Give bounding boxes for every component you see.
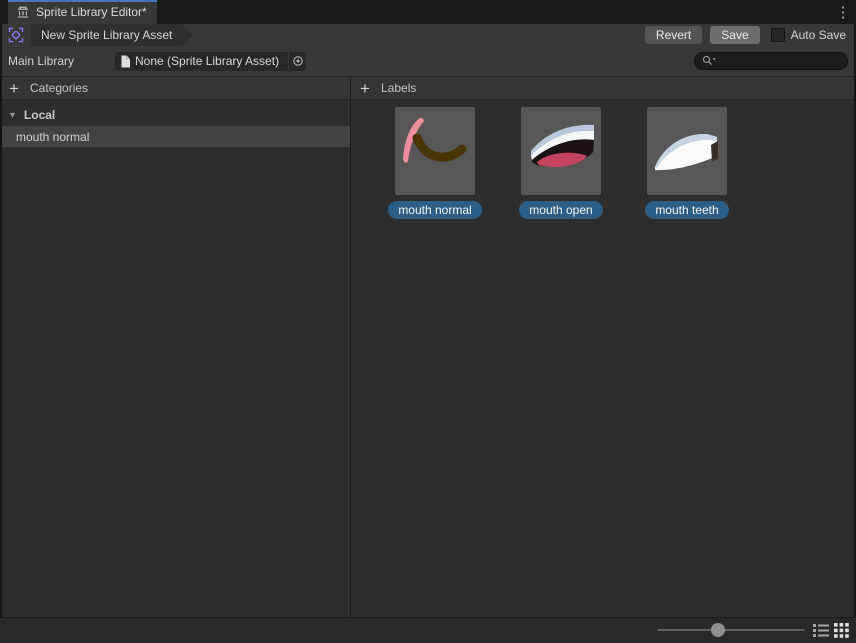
tab-title: Sprite Library Editor* [36,5,147,19]
footer-bar [0,617,856,643]
add-category-plus-icon[interactable]: + [4,79,24,98]
slider-track [657,629,805,631]
categories-panel: + Categories ▼ Local mouth normal [0,77,350,617]
label-pill-text: mouth open [529,203,592,217]
revert-button[interactable]: Revert [645,26,702,44]
label-pill[interactable]: mouth open [519,201,602,219]
mouth-open-sprite [521,107,601,195]
main-library-row: Main Library None (Sprite Library Asset) [0,46,856,76]
search-icon [702,55,717,67]
thumbnail-size-slider[interactable] [657,618,805,642]
object-field-value: None (Sprite Library Asset) [135,54,288,68]
labels-panel: + Labels mouth normal [351,77,856,617]
category-row-label: mouth normal [16,130,89,144]
mouth-normal-sprite [395,107,475,195]
label-item-mouth-teeth[interactable]: mouth teeth [624,107,750,219]
categories-header: + Categories [0,77,350,100]
categories-list: ▼ Local mouth normal [0,100,350,617]
breadcrumb-label: New Sprite Library Asset [41,28,172,42]
label-pill-text: mouth normal [398,203,471,217]
object-picker-icon[interactable] [288,52,306,71]
label-item-mouth-normal[interactable]: mouth normal [372,107,498,219]
local-foldout[interactable]: ▼ Local [0,104,350,126]
sprite-library-asset-icon [8,27,24,43]
sprite-library-editor-window: Sprite Library Editor* ⋮ New Sprite Libr… [0,0,856,643]
category-row-mouth-normal[interactable]: mouth normal [0,126,350,147]
main-library-object-field[interactable]: None (Sprite Library Asset) [115,52,306,71]
local-group-label: Local [24,108,55,122]
panels: + Categories ▼ Local mouth normal + Labe… [0,76,856,617]
labels-grid: mouth normal mouth open [351,100,856,617]
label-pill[interactable]: mouth normal [388,201,481,219]
tab-sprite-library-editor[interactable]: Sprite Library Editor* [8,0,157,24]
kebab-menu-icon[interactable]: ⋮ [835,0,851,24]
tab-bar: Sprite Library Editor* ⋮ [0,0,856,24]
breadcrumb[interactable]: New Sprite Library Asset [31,24,192,46]
asset-document-icon [120,55,131,68]
list-view-icon[interactable] [813,622,829,638]
save-button[interactable]: Save [710,26,759,44]
label-pill[interactable]: mouth teeth [645,201,728,219]
main-library-label: Main Library [8,54,115,68]
auto-save-label: Auto Save [791,28,848,42]
slider-handle[interactable] [711,623,725,637]
labels-header: + Labels [351,77,856,100]
toolbar: New Sprite Library Asset Revert Save Aut… [0,24,856,46]
label-item-mouth-open[interactable]: mouth open [498,107,624,219]
mouth-teeth-sprite [647,107,727,195]
categories-title: Categories [30,81,88,95]
labels-title: Labels [381,81,416,95]
tab-active-accent [8,0,157,2]
grid-view-icon[interactable] [833,622,849,638]
library-building-icon [16,5,30,19]
foldout-triangle-icon: ▼ [8,110,17,120]
search-input[interactable] [720,54,840,68]
add-label-plus-icon[interactable]: + [355,79,375,98]
auto-save-checkbox[interactable] [771,28,785,42]
label-pill-text: mouth teeth [655,203,718,217]
search-field[interactable] [694,52,848,70]
